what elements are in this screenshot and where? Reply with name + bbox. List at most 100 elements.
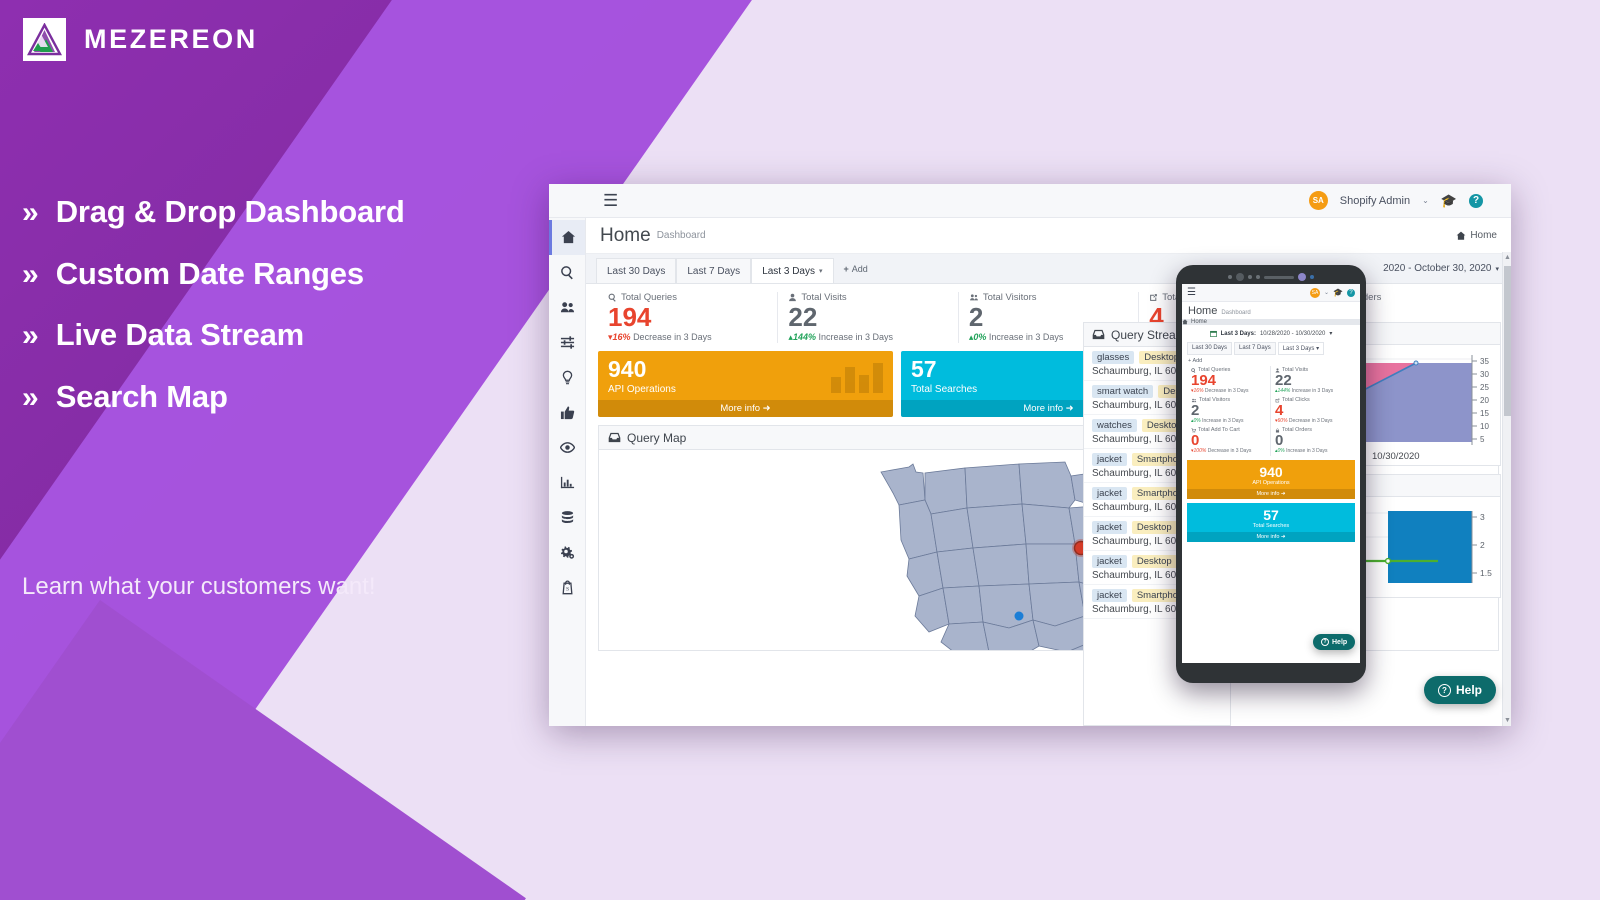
chevron-down-icon[interactable]: ⌄ [1324, 289, 1329, 296]
sidebar-item-visibility[interactable] [549, 430, 585, 465]
sidebar-item-recommendations[interactable] [549, 395, 585, 430]
sidebar-item-search[interactable] [549, 255, 585, 290]
help-circle-icon[interactable]: ? [1347, 288, 1355, 297]
avatar[interactable]: SA [1308, 191, 1328, 210]
main-content: Home Dashboard Home Last 30 Days Last 7 … [586, 218, 1511, 726]
add-tab-button[interactable]: + Add [834, 254, 878, 283]
app-body: S Home Dashboard Home Last 30 Days Last … [549, 218, 1511, 726]
chevron-down-icon[interactable]: ⌄ [1422, 196, 1429, 205]
phone-kpi-value: 194 [1191, 372, 1217, 389]
phone-help-button[interactable]: ? Help [1313, 634, 1356, 650]
stat-card-api-operations[interactable]: 940 API Operations More info ➜ [598, 351, 893, 418]
phone-kpi-delta-text: Decrease in 3 Days [1204, 388, 1249, 394]
tab-last-30-days[interactable]: Last 30 Days [596, 258, 677, 283]
phone-kpi-delta-text: Increase in 3 Days [1202, 418, 1244, 424]
phone-kpi-total-add-to-cart: Total Add To Cart 0 ▾100% Decrease in 3 … [1187, 426, 1271, 456]
phone-kpi-total-clicks: Total Clicks 4 ▾60% Decrease in 3 Days [1271, 396, 1355, 426]
phone-sensor-dot [1248, 275, 1252, 279]
chevron-down-icon: ▾ [1329, 331, 1333, 337]
phone-stat-card-more-info[interactable]: More info ➜ [1187, 532, 1355, 542]
phone-stat-card-label: API Operations [1252, 480, 1290, 486]
kpi-delta-pct: 0% [973, 332, 987, 343]
help-button[interactable]: ? Help [1424, 676, 1497, 704]
phone-kpi-delta: ▾60% Decrease in 3 Days [1275, 418, 1333, 424]
phone-page-title: Home [1188, 305, 1218, 317]
phone-kpi-delta: ▾16% Decrease in 3 Days [1191, 388, 1249, 394]
chevron-down-icon: ▾ [819, 268, 823, 275]
graduation-cap-icon[interactable]: 🎓 [1441, 193, 1457, 209]
graduation-cap-icon[interactable]: 🎓 [1333, 288, 1343, 297]
feature-label: Live Data Stream [55, 317, 305, 353]
chevron-icon: » [22, 196, 39, 229]
user-menu-label[interactable]: Shopify Admin [1340, 195, 1410, 207]
phone-kpi-grid: Total Queries 194 ▾16% Decrease in 3 Day… [1182, 366, 1360, 456]
hamburger-icon[interactable]: ☰ [1187, 287, 1196, 298]
sidebar-item-users[interactable] [549, 290, 585, 325]
phone-kpi-delta-text: Decrease in 3 Days [1207, 448, 1252, 454]
phone-add-tab-button[interactable]: + Add [1182, 355, 1360, 366]
mountain-logo-icon [23, 18, 66, 61]
sidebar: S [549, 218, 586, 726]
scroll-up-icon[interactable]: ▲ [1504, 254, 1511, 261]
phone-kpi-total-queries: Total Queries 194 ▾16% Decrease in 3 Day… [1187, 366, 1271, 396]
help-circle-icon[interactable]: ? [1469, 193, 1483, 208]
topbar-right-group: SA Shopify Admin ⌄ 🎓 ? [1308, 191, 1497, 210]
phone-date-label: Last 3 Days: [1220, 330, 1256, 337]
svg-text:10: 10 [1480, 422, 1489, 431]
svg-text:2: 2 [1480, 540, 1485, 550]
scroll-down-icon[interactable]: ▼ [1504, 717, 1511, 724]
inbox-icon [608, 433, 621, 443]
stat-card-label: API Operations [608, 384, 676, 396]
stat-card-more-info[interactable]: More info ➜ [598, 400, 893, 418]
feature-item: » Drag & Drop Dashboard [22, 195, 405, 229]
phone-stat-card-more-info[interactable]: More info ➜ [1187, 489, 1355, 499]
phone-kpi-delta-text: Increase in 3 Days [1291, 388, 1334, 394]
breadcrumb[interactable]: Home [1456, 230, 1497, 241]
query-term: glasses [1092, 351, 1135, 364]
chevron-icon: » [22, 257, 39, 291]
help-label: Help [1456, 683, 1483, 697]
phone-kpi-value: 0 [1275, 432, 1284, 449]
dashboard-window: ☰ SA Shopify Admin ⌄ 🎓 ? S Home Dashboar… [549, 184, 1511, 726]
phone-tab-last-7-days[interactable]: Last 7 Days [1234, 342, 1276, 355]
query-stream-title: Query Stream [1111, 327, 1186, 342]
phone-led [1310, 275, 1314, 279]
arrow-circle-right-icon: ➜ [1279, 534, 1286, 540]
gears-icon [560, 546, 574, 559]
phone-kpi-delta: ▾100% Decrease in 3 Days [1191, 448, 1252, 454]
vertical-scrollbar[interactable]: ▲ ▼ [1502, 252, 1511, 726]
phone-kpi-label: Total Clicks [1282, 397, 1310, 403]
query-device: Desktop [1131, 555, 1177, 568]
avatar[interactable]: SA [1310, 287, 1320, 298]
phone-topbar: ☰ SA ⌄ 🎓 ? [1182, 284, 1360, 302]
phone-stat-card-total-searches[interactable]: 57 Total Searches More info ➜ [1187, 503, 1355, 542]
phone-date-range[interactable]: Last 3 Days: 10/28/2020 - 10/30/2020 ▾ [1182, 325, 1360, 342]
sidebar-item-home[interactable] [549, 220, 585, 255]
phone-range-tabs: Last 30 Days Last 7 Days Last 3 Days ▾ [1182, 342, 1360, 355]
date-range-picker[interactable]: 2020 - October 30, 2020 ▾ [1383, 254, 1511, 283]
bar-chart-icon [560, 476, 574, 489]
tab-last-7-days[interactable]: Last 7 Days [676, 258, 752, 283]
tab-last-3-days[interactable]: Last 3 Days ▾ [751, 258, 834, 283]
phone-stat-card-api-operations[interactable]: 940 API Operations More info ➜ [1187, 460, 1355, 499]
scrollbar-thumb[interactable] [1504, 266, 1511, 416]
sidebar-item-analytics[interactable] [549, 465, 585, 500]
users-icon [969, 294, 978, 301]
sidebar-item-data[interactable] [549, 500, 585, 535]
page-title: Home [600, 224, 651, 246]
phone-add-tab-label: Add [1192, 358, 1203, 364]
kpi-label: Total Visitors [982, 292, 1037, 303]
sidebar-item-sliders[interactable] [549, 325, 585, 360]
phone-tab-label: Last 3 Days [1282, 346, 1315, 352]
chevron-down-icon: ▾ [1316, 346, 1320, 352]
sidebar-item-insights[interactable] [549, 360, 585, 395]
svg-text:25: 25 [1480, 383, 1489, 392]
sidebar-item-shopify[interactable]: S [549, 570, 585, 605]
phone-date-value: 10/28/2020 - 10/30/2020 [1259, 330, 1326, 337]
hamburger-icon[interactable]: ☰ [603, 192, 618, 209]
phone-tab-last-3-days[interactable]: Last 3 Days ▾ [1277, 342, 1325, 355]
arrow-circle-right-icon: ➜ [1279, 491, 1286, 497]
sidebar-item-settings[interactable] [549, 535, 585, 570]
date-range-value: 2020 - October 30, 2020 [1383, 263, 1492, 274]
phone-tab-last-30-days[interactable]: Last 30 Days [1187, 342, 1233, 355]
